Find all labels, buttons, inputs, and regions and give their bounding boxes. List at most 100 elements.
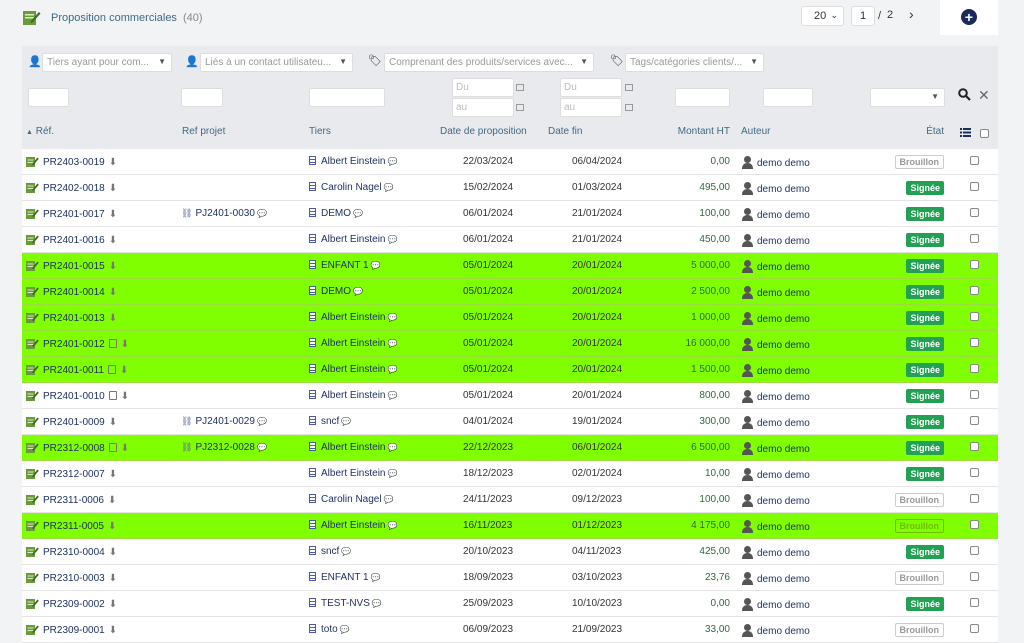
table-row[interactable]: PR2401-0013 ⬇ Albert Einstein 💬 05/01/2024 20… [22,305,998,331]
download-icon[interactable]: ⬇ [109,313,117,324]
author-link[interactable]: demo demo [742,390,810,403]
calendar-icon[interactable] [625,104,633,111]
row-checkbox[interactable] [970,156,979,165]
author-link[interactable]: demo demo [742,208,810,221]
filter-products[interactable]: Comprenant des produits/services avec...… [384,53,594,72]
download-icon[interactable]: ⬇ [109,261,117,272]
project-link[interactable]: ⛓ PJ2312-0028 💬 [181,442,267,453]
search-tiers-input[interactable] [309,88,385,107]
col-header-ref[interactable]: ▲ Réf. [26,126,54,137]
table-row[interactable]: PR2310-0004 ⬇ sncf 💬 20/10/2023 04/11/2023 425… [22,539,998,565]
col-header-etat[interactable]: État [902,126,944,137]
table-row[interactable]: PR2311-0006 ⬇ Carolin Nagel 💬 24/11/2023 09/1… [22,487,998,513]
proposal-ref-link[interactable]: PR2401-0017 ⬇ [26,208,117,220]
thirdparty-link[interactable]: Albert Einstein 💬 [309,312,397,323]
author-link[interactable]: demo demo [742,442,810,455]
thirdparty-link[interactable]: toto 💬 [309,624,350,635]
col-header-date-proposition[interactable]: Date de proposition [440,126,527,137]
thirdparty-link[interactable]: Albert Einstein 💬 [309,364,397,375]
note-icon[interactable] [108,391,117,400]
row-checkbox[interactable] [970,572,979,581]
col-header-montant[interactable]: Montant HT [662,126,730,137]
filter-linked-contact[interactable]: Liés à un contact utilisateu... ▼ [200,53,353,72]
proposal-ref-link[interactable]: PR2311-0006 ⬇ [26,494,116,506]
thirdparty-link[interactable]: ENFANT 1 💬 [309,260,381,271]
row-checkbox[interactable] [970,260,979,269]
thirdparty-link[interactable]: Albert Einstein 💬 [309,520,397,531]
calendar-icon[interactable] [516,84,524,91]
table-row[interactable]: PR2401-0011 ⬇ Albert Einstein 💬 05/01/2024 20… [22,357,998,383]
new-proposal-button[interactable]: + [940,0,998,35]
thirdparty-link[interactable]: sncf 💬 [309,416,351,427]
table-row[interactable]: PR2401-0010 ⬇ Albert Einstein 💬 05/01/2024 20… [22,383,998,409]
row-checkbox[interactable] [970,312,979,321]
row-checkbox[interactable] [970,234,979,243]
download-icon[interactable]: ⬇ [109,417,117,428]
search-ref-projet-input[interactable] [181,88,223,107]
author-link[interactable]: demo demo [742,520,810,533]
row-checkbox[interactable] [970,494,979,503]
date-prop-to-input[interactable]: au [452,98,514,117]
row-checkbox[interactable] [970,364,979,373]
author-link[interactable]: demo demo [742,260,810,273]
search-ref-input[interactable] [28,88,69,107]
table-row[interactable]: PR2401-0015 ⬇ ENFANT 1 💬 05/01/2024 20/01/202… [22,253,998,279]
proposal-ref-link[interactable]: PR2401-0013 ⬇ [26,312,117,324]
author-link[interactable]: demo demo [742,468,810,481]
thirdparty-link[interactable]: Albert Einstein 💬 [309,338,397,349]
proposal-ref-link[interactable]: PR2311-0005 ⬇ [26,520,116,532]
table-row[interactable]: PR2312-0008 ⬇ ⛓ PJ2312-0028 💬 Albert Einstein… [22,435,998,461]
proposal-ref-link[interactable]: PR2401-0014 ⬇ [26,286,117,298]
author-link[interactable]: demo demo [742,572,810,585]
author-link[interactable]: demo demo [742,494,810,507]
author-link[interactable]: demo demo [742,286,810,299]
proposal-ref-link[interactable]: PR2309-0001 ⬇ [26,624,117,636]
page-number-input[interactable]: 1 [851,6,875,26]
table-row[interactable]: PR2309-0001 ⬇ toto 💬 06/09/2023 21/09/2023 33,… [22,617,998,643]
row-checkbox[interactable] [970,416,979,425]
download-icon[interactable]: ⬇ [109,287,117,298]
table-row[interactable]: PR2403-0019 ⬇ Albert Einstein 💬 22/03/2024 06… [22,149,998,175]
table-row[interactable]: PR2312-0007 ⬇ Albert Einstein 💬 18/12/2023 02… [22,461,998,487]
author-link[interactable]: demo demo [742,364,810,377]
proposal-ref-link[interactable]: PR2312-0007 ⬇ [26,468,117,480]
author-link[interactable]: demo demo [742,416,810,429]
row-checkbox[interactable] [970,338,979,347]
table-row[interactable]: PR2309-0002 ⬇ TEST-NVS 💬 25/09/2023 10/10/202… [22,591,998,617]
row-checkbox[interactable] [970,286,979,295]
row-checkbox[interactable] [970,598,979,607]
table-row[interactable]: PR2310-0003 ⬇ ENFANT 1 💬 18/09/2023 03/10/202… [22,565,998,591]
col-header-ref-projet[interactable]: Ref projet [182,126,225,137]
author-link[interactable]: demo demo [742,156,810,169]
thirdparty-link[interactable]: DEMO 💬 [309,286,363,297]
filter-status-select[interactable]: ▼ [870,88,945,107]
project-link[interactable]: ⛓ PJ2401-0030 💬 [181,208,267,219]
table-row[interactable]: PR2401-0014 ⬇ DEMO 💬 05/01/2024 20/01/2024 2 5… [22,279,998,305]
note-icon[interactable] [107,365,116,374]
download-icon[interactable]: ⬇ [121,339,129,350]
table-row[interactable]: PR2401-0017 ⬇ ⛓ PJ2401-0030 💬 DEMO 💬 06/01/2024… [22,201,998,227]
filter-tags[interactable]: Tags/catégories clients/... ▼ [625,53,764,72]
author-link[interactable]: demo demo [742,546,810,559]
download-icon[interactable]: ⬇ [109,599,117,610]
download-icon[interactable]: ⬇ [109,157,117,168]
row-checkbox[interactable] [970,390,979,399]
col-header-date-fin[interactable]: Date fin [548,126,582,137]
thirdparty-link[interactable]: Carolin Nagel 💬 [309,182,394,193]
thirdparty-link[interactable]: DEMO 💬 [309,208,363,219]
download-icon[interactable]: ⬇ [109,183,117,194]
table-row[interactable]: PR2401-0012 ⬇ Albert Einstein 💬 05/01/2024 20… [22,331,998,357]
proposal-ref-link[interactable]: PR2401-0011 ⬇ [26,364,128,376]
proposal-ref-link[interactable]: PR2309-0002 ⬇ [26,598,117,610]
download-icon[interactable]: ⬇ [120,365,128,376]
date-end-to-input[interactable]: au [560,98,622,117]
note-icon[interactable] [108,443,117,452]
thirdparty-link[interactable]: Albert Einstein 💬 [309,390,397,401]
per-page-select[interactable]: 20 ⌄ [801,6,844,26]
download-icon[interactable]: ⬇ [109,547,117,558]
calendar-icon[interactable] [516,104,524,111]
thirdparty-link[interactable]: Albert Einstein 💬 [309,442,397,453]
thirdparty-link[interactable]: Albert Einstein 💬 [309,234,397,245]
row-checkbox[interactable] [970,442,979,451]
download-icon[interactable]: ⬇ [121,443,129,454]
